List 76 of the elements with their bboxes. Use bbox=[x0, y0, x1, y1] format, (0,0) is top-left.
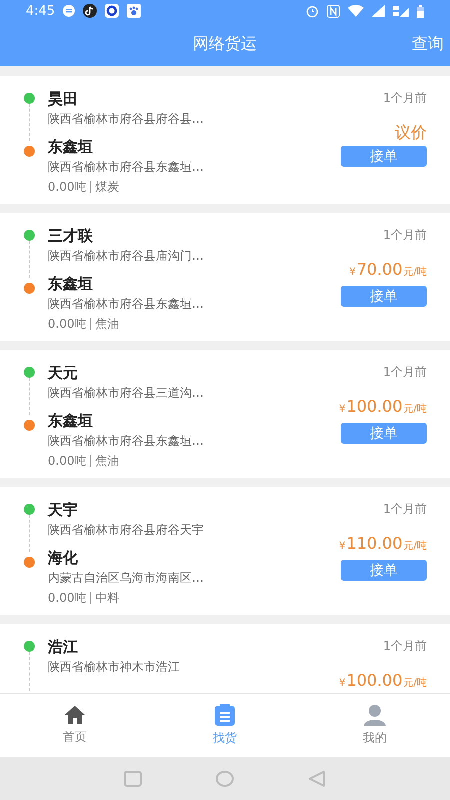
cargo-type: 中料 bbox=[96, 590, 120, 607]
cargo-type: 焦油 bbox=[96, 316, 120, 333]
back-button-icon[interactable] bbox=[308, 770, 326, 786]
nfc-icon bbox=[327, 4, 340, 18]
clipboard-icon bbox=[214, 704, 236, 726]
cargo-weight: 0.00吨 bbox=[48, 453, 87, 470]
accept-order-button[interactable]: 接单 bbox=[341, 423, 427, 444]
cargo-weight: 0.00吨 bbox=[48, 179, 87, 196]
origin-address: 陕西省榆林市府谷县三道沟… bbox=[48, 385, 205, 402]
destination-name: 东鑫垣 bbox=[48, 411, 94, 432]
music-app-icon bbox=[83, 4, 98, 18]
post-time: 1个月前 bbox=[383, 90, 427, 107]
price: ¥100.00元/吨 bbox=[339, 396, 427, 418]
wifi-icon bbox=[348, 5, 364, 17]
order-card[interactable]: 三才联 陕西省榆林市府谷县庙沟门… 东鑫垣 陕西省榆林市府谷县东鑫垣… 0.00吨 焦油 1个月前 ¥70.00元/吨 接单 bbox=[0, 213, 450, 341]
origin-name: 三才联 bbox=[48, 226, 94, 247]
price: ¥110.00元/吨 bbox=[339, 533, 427, 555]
origin-address: 陕西省榆林市府谷县府谷天宇 bbox=[48, 522, 205, 539]
price: ¥100.00元/吨 bbox=[339, 670, 427, 692]
accept-order-button[interactable]: 接单 bbox=[341, 146, 427, 167]
app-icon bbox=[105, 4, 120, 18]
origin-name: 天元 bbox=[48, 363, 79, 384]
origin-address: 陕西省榆林市神木市浩江 bbox=[48, 659, 181, 676]
origin-address: 陕西省榆林市府谷县庙沟门… bbox=[48, 248, 205, 265]
origin-name: 天宇 bbox=[48, 500, 79, 521]
order-card[interactable]: 昊田 陕西省榆林市府谷县府谷县… 东鑫垣 陕西省榆林市府谷县东鑫垣… 0.00吨 煤炭 1个月前 议价 接单 bbox=[0, 76, 450, 204]
destination-name: 海化 bbox=[48, 548, 79, 569]
signal-icon bbox=[372, 5, 385, 17]
destination-name: 东鑫垣 bbox=[48, 137, 94, 158]
origin-dot-icon bbox=[24, 230, 35, 241]
origin-dot-icon bbox=[24, 367, 35, 378]
origin-dot-icon bbox=[24, 93, 35, 104]
destination-dot-icon bbox=[24, 146, 35, 157]
price: ¥70.00元/吨 bbox=[349, 259, 427, 281]
accept-order-button[interactable]: 接单 bbox=[341, 286, 427, 307]
origin-address: 陕西省榆林市府谷县府谷县… bbox=[48, 111, 205, 128]
origin-name: 浩江 bbox=[48, 637, 79, 658]
destination-dot-icon bbox=[24, 420, 35, 431]
destination-address: 陕西省榆林市府谷县东鑫垣… bbox=[48, 433, 205, 450]
origin-name: 昊田 bbox=[48, 89, 79, 110]
origin-dot-icon bbox=[24, 504, 35, 515]
post-time: 1个月前 bbox=[383, 638, 427, 655]
origin-dot-icon bbox=[24, 641, 35, 652]
post-time: 1个月前 bbox=[383, 364, 427, 381]
cellular-4g-icon bbox=[393, 4, 409, 18]
destination-dot-icon bbox=[24, 557, 35, 568]
alarm-icon bbox=[306, 4, 319, 18]
person-icon bbox=[363, 704, 387, 726]
post-time: 1个月前 bbox=[383, 227, 427, 244]
destination-address: 内蒙古自治区乌海市海南区… bbox=[48, 570, 205, 587]
order-card[interactable]: 天宇 陕西省榆林市府谷县府谷天宇 海化 内蒙古自治区乌海市海南区… 0.00吨 中料 1个月前 ¥110.00元/吨 接单 bbox=[0, 487, 450, 615]
recents-button-icon[interactable] bbox=[124, 770, 142, 786]
cargo-type: 焦油 bbox=[96, 453, 120, 470]
negotiable-price: 议价 bbox=[395, 122, 427, 144]
cargo-type: 煤炭 bbox=[96, 179, 120, 196]
destination-address: 陕西省榆林市府谷县东鑫垣… bbox=[48, 296, 205, 313]
battery-icon bbox=[417, 4, 424, 18]
cargo-weight: 0.00吨 bbox=[48, 316, 87, 333]
tab-item[interactable]: 首页 bbox=[0, 694, 150, 757]
tab-item[interactable]: 找货 bbox=[150, 694, 300, 757]
status-time: 4:45 bbox=[26, 4, 56, 18]
order-card[interactable]: 浩江 陕西省榆林市神木市浩江 1个月前 ¥100.00元/吨 bbox=[0, 624, 450, 693]
home-icon bbox=[64, 705, 86, 725]
destination-dot-icon bbox=[24, 283, 35, 294]
destination-name: 东鑫垣 bbox=[48, 274, 94, 295]
chat-icon bbox=[63, 5, 76, 17]
query-link[interactable]: 查询 bbox=[412, 34, 444, 54]
cargo-weight: 0.00吨 bbox=[48, 590, 87, 607]
destination-address: 陕西省榆林市府谷县东鑫垣… bbox=[48, 159, 205, 176]
page-title: 网络货运 bbox=[193, 34, 257, 54]
accept-order-button[interactable]: 接单 bbox=[341, 560, 427, 581]
home-button-icon[interactable] bbox=[216, 770, 234, 786]
order-card[interactable]: 天元 陕西省榆林市府谷县三道沟… 东鑫垣 陕西省榆林市府谷县东鑫垣… 0.00吨 焦油 1个月前 ¥100.00元/吨 接单 bbox=[0, 350, 450, 478]
tab-item[interactable]: 我的 bbox=[300, 694, 450, 757]
post-time: 1个月前 bbox=[383, 501, 427, 518]
paw-app-icon bbox=[127, 4, 142, 18]
